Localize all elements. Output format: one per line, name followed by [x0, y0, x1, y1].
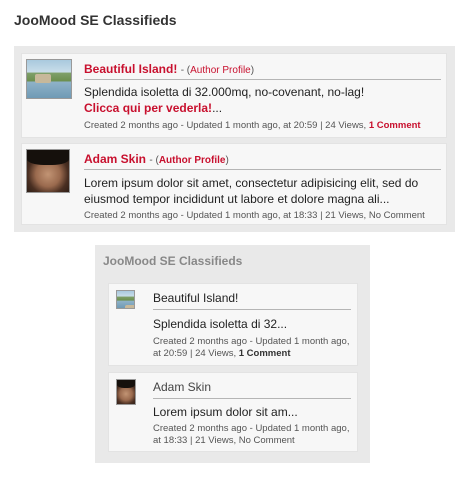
listing-description-line-1: Lorem ipsum dolor sit amet, consectetur … [84, 176, 419, 190]
listing-heading: Beautiful Island! - (Author Profile) [84, 62, 254, 76]
listing-meta-line-2: at 20:59 | 24 Views, 1 Comment [153, 348, 290, 359]
listing-heading: Adam Skin - (Author Profile) [84, 152, 229, 166]
avatar-face-thumbnail-icon[interactable] [26, 149, 70, 193]
divider [153, 398, 351, 399]
divider [84, 169, 441, 170]
ellipsis: ... [212, 101, 223, 115]
author-profile-link[interactable]: Author Profile [190, 65, 251, 76]
divider [84, 79, 441, 80]
listing-title-link[interactable]: Beautiful Island! [153, 291, 238, 305]
listing-description: Splendida isoletta di 32.000mq, no-coven… [84, 85, 365, 99]
listing-card-island-compact: Beautiful Island! Splendida isoletta di … [108, 283, 358, 366]
author-prefix: - ( [149, 155, 159, 166]
listing-meta-line-2: at 18:33 | 21 Views, No Comment [153, 435, 295, 446]
listing-meta-line-1: Created 2 months ago - Updated 1 month a… [153, 336, 350, 347]
listing-title-link[interactable]: Beautiful Island! [84, 62, 177, 76]
listing-card-island: Beautiful Island! - (Author Profile) Spl… [21, 53, 447, 138]
author-profile-link[interactable]: Author Profile [159, 155, 226, 166]
module-title-top: JooMood SE Classifieds [14, 12, 177, 28]
listing-meta: Created 2 months ago - Updated 1 month a… [84, 120, 421, 131]
read-more-line: Clicca qui per vederla!... [84, 101, 222, 115]
listing-title-link[interactable]: Adam Skin [84, 152, 146, 166]
author-prefix: - ( [180, 65, 191, 76]
listing-card-adam-skin-compact: Adam Skin Lorem ipsum dolor sit am... Cr… [108, 372, 358, 452]
author-suffix: ) [250, 65, 255, 76]
listing-meta-line-1: Created 2 months ago - Updated 1 month a… [153, 423, 350, 434]
listing-card-adam-skin: Adam Skin - (Author Profile) Lorem ipsum… [21, 143, 447, 225]
read-more-link[interactable]: Clicca qui per vederla! [84, 101, 212, 115]
listing-description: Lorem ipsum dolor sit am... [153, 405, 298, 419]
listing-title-link[interactable]: Adam Skin [153, 380, 211, 394]
listing-description-line-2: eiusmod tempor incididunt ut labore et d… [84, 192, 390, 206]
island-thumbnail-icon[interactable] [26, 59, 72, 99]
listing-description: Splendida isoletta di 32... [153, 317, 288, 331]
comments-link[interactable]: 1 Comment [369, 120, 421, 131]
meta-text: Created 2 months ago - Updated 1 month a… [84, 120, 367, 131]
avatar-face-thumbnail-icon[interactable] [116, 379, 136, 405]
divider [153, 309, 351, 310]
island-thumbnail-icon[interactable] [116, 290, 135, 309]
meta-text: at 20:59 | 24 Views, [153, 348, 237, 359]
module-title-bottom: JooMood SE Classifieds [103, 254, 243, 268]
listing-meta: Created 2 months ago - Updated 1 month a… [84, 210, 425, 221]
author-suffix: ) [225, 155, 229, 166]
comments-link[interactable]: 1 Comment [239, 348, 291, 359]
